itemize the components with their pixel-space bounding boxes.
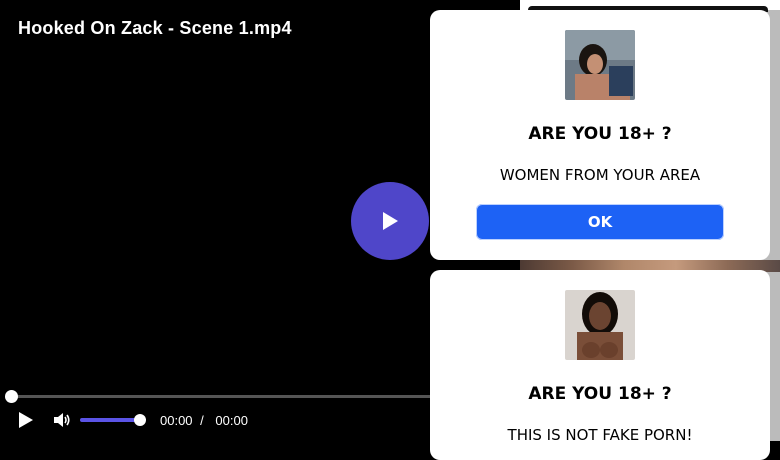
profile-thumbnail [565,30,635,100]
profile-thumbnail [565,290,635,360]
ok-button[interactable]: OK [476,204,724,240]
total-time: 00:00 [215,412,248,428]
video-title: Hooked On Zack - Scene 1.mp4 [18,18,292,38]
play-icon [19,412,33,428]
play-button[interactable] [12,406,40,434]
time-display: 00:00 / 00:00 [160,413,248,428]
volume-handle[interactable] [134,414,146,426]
time-separator: / [200,412,204,428]
speaker-icon [54,413,70,427]
popup-heading: ARE YOU 18+ ? [528,124,672,144]
current-time: 00:00 [160,412,193,428]
popup-message: WOMEN FROM YOUR AREA [499,166,701,184]
popup-message: THIS IS NOT FAKE PORN! [507,426,693,444]
age-verification-popup-2: ARE YOU 18+ ? THIS IS NOT FAKE PORN! [430,270,770,460]
volume-slider[interactable] [80,412,148,428]
big-play-button[interactable] [351,182,429,260]
progress-handle[interactable] [5,390,18,403]
play-icon [383,212,398,230]
popup-heading: ARE YOU 18+ ? [528,384,672,404]
volume-button[interactable] [48,406,76,434]
age-verification-popup: ARE YOU 18+ ? WOMEN FROM YOUR AREA OK [430,10,770,260]
